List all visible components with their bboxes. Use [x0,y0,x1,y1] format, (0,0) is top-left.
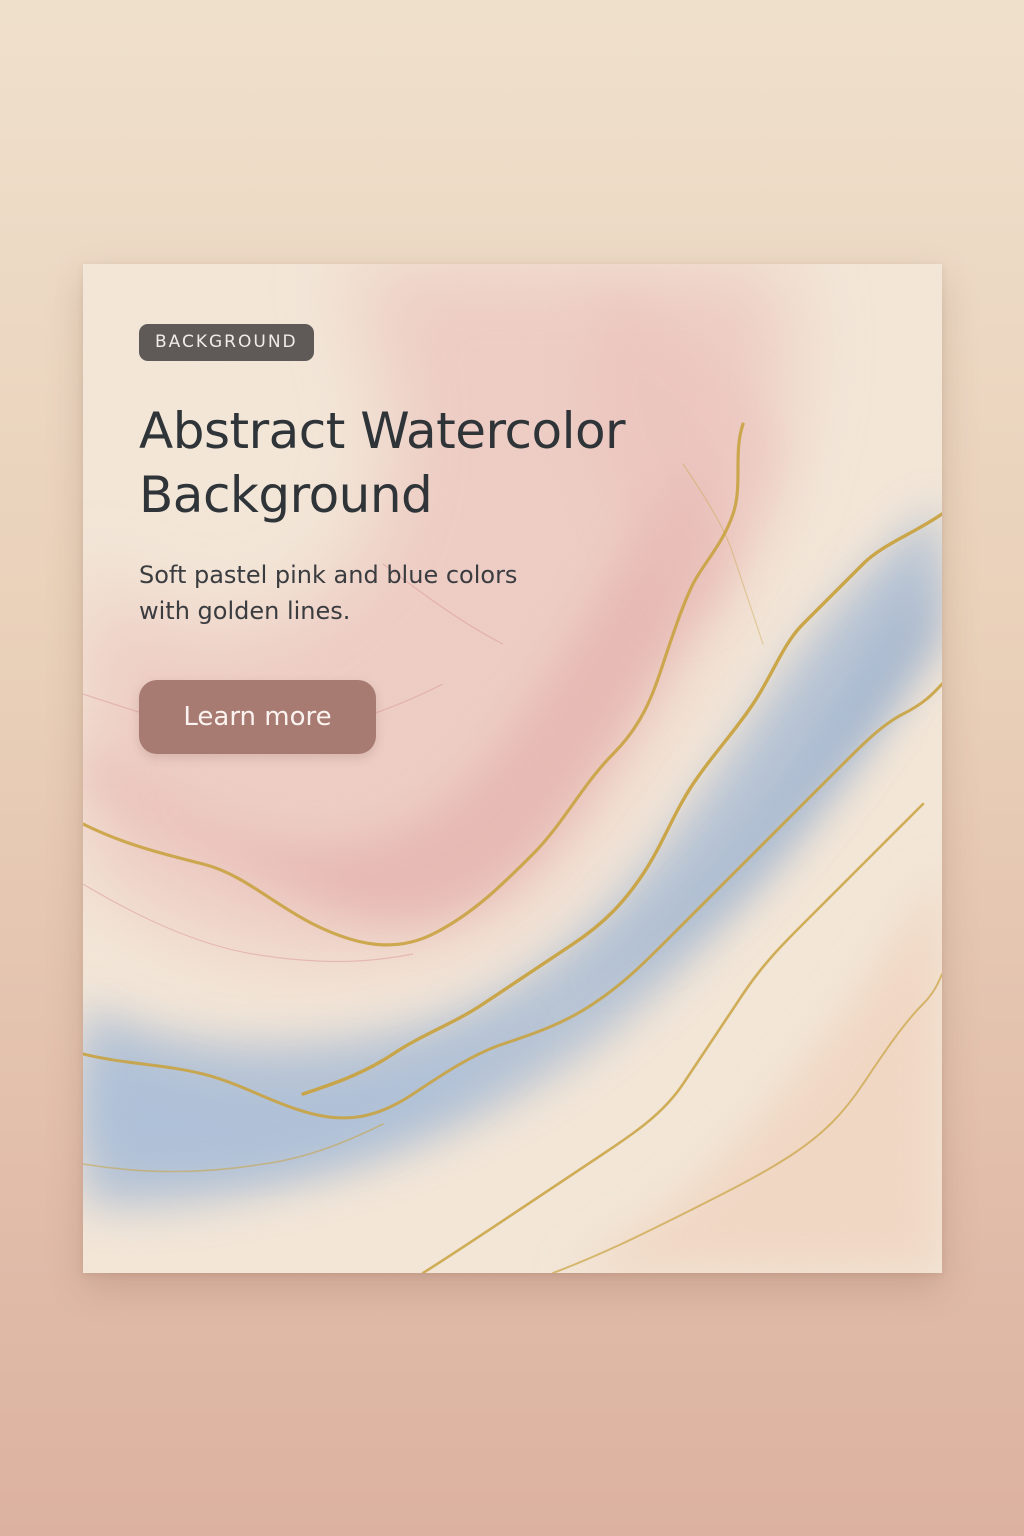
banner-content: BACKGROUND Abstract Watercolor Backgroun… [139,324,779,629]
category-badge: BACKGROUND [139,324,314,361]
title-line-1: Abstract Watercolor [139,402,626,460]
banner-subtitle: Soft pastel pink and blue colors with go… [139,557,599,629]
banner-card: BACKGROUND Abstract Watercolor Backgroun… [83,264,942,1273]
banner-title: Abstract Watercolor Background [139,399,779,527]
subtitle-line-1: Soft pastel pink and blue colors [139,561,518,589]
subtitle-line-2: with golden lines. [139,597,351,625]
learn-more-button[interactable]: Learn more [139,680,376,754]
title-line-2: Background [139,466,433,524]
